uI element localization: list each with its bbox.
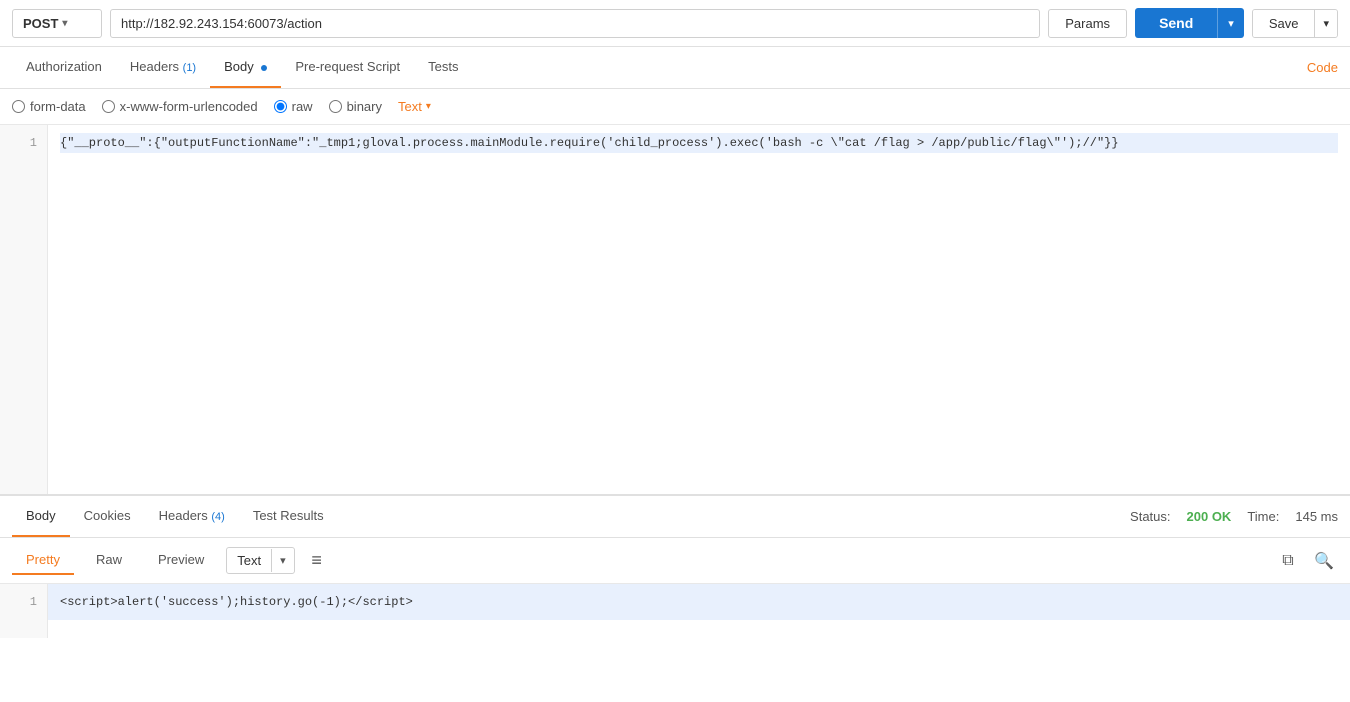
send-button-group: Send ▾	[1135, 8, 1244, 38]
save-dropdown-button[interactable]: ▾	[1314, 10, 1337, 37]
resp-line-1: 1	[0, 592, 37, 612]
send-button[interactable]: Send	[1135, 8, 1217, 38]
form-data-radio[interactable]	[12, 100, 25, 113]
search-icon: 🔍	[1314, 551, 1334, 571]
method-chevron-icon: ▾	[62, 18, 67, 29]
send-dropdown-button[interactable]: ▾	[1217, 8, 1244, 38]
raw-radio[interactable]	[274, 100, 287, 113]
copy-button[interactable]: ⧉	[1274, 547, 1302, 575]
response-tab-body[interactable]: Body	[12, 496, 70, 537]
request-tabs: Authorization Headers (1) Body Pre-reque…	[0, 47, 1350, 89]
method-selector[interactable]: POST ▾	[12, 9, 102, 38]
request-body-line-1: {"__proto__":{"outputFunctionName":"_tmp…	[60, 133, 1338, 153]
save-button[interactable]: Save	[1253, 10, 1315, 37]
status-info: Status: 200 OK Time: 145 ms	[1130, 509, 1338, 524]
response-tab-test-results[interactable]: Test Results	[239, 496, 338, 537]
response-body-content: <script>alert('success');history.go(-1);…	[48, 584, 1350, 638]
response-tabs-bar: Body Cookies Headers (4) Test Results St…	[0, 496, 1350, 538]
time-label: Time:	[1247, 509, 1279, 524]
binary-radio[interactable]	[329, 100, 342, 113]
status-label: Status:	[1130, 509, 1170, 524]
body-active-dot	[261, 65, 267, 71]
urlencoded-radio[interactable]	[102, 100, 115, 113]
headers-badge: (1)	[183, 62, 196, 74]
response-text-label: Text	[227, 548, 271, 573]
response-text-dropdown[interactable]: Text ▾	[226, 547, 294, 574]
response-text-chevron-icon[interactable]: ▾	[271, 549, 294, 572]
code-link[interactable]: Code	[1307, 48, 1338, 87]
response-tab-headers[interactable]: Headers (4)	[145, 496, 239, 537]
text-dropdown-chevron-icon: ▾	[426, 101, 431, 112]
wrap-icon-button[interactable]: ≡	[303, 547, 331, 575]
response-body-line-1: <script>alert('success');history.go(-1);…	[48, 584, 1350, 620]
urlencoded-option[interactable]: x-www-form-urlencoded	[102, 99, 258, 114]
binary-option[interactable]: binary	[329, 99, 382, 114]
response-section: Body Cookies Headers (4) Test Results St…	[0, 495, 1350, 638]
raw-option[interactable]: raw	[274, 99, 313, 114]
request-line-numbers: 1	[0, 125, 48, 494]
response-headers-badge: (4)	[211, 511, 224, 523]
request-editor-area: 1 {"__proto__":{"outputFunctionName":"_t…	[0, 125, 1350, 495]
method-text: POST	[23, 16, 58, 31]
line-number-1: 1	[0, 133, 37, 153]
top-bar: POST ▾ Params Send ▾ Save ▾	[0, 0, 1350, 47]
format-preview-button[interactable]: Preview	[144, 546, 218, 575]
time-value: 145 ms	[1295, 509, 1338, 524]
text-format-dropdown[interactable]: Text ▾	[398, 99, 431, 114]
save-button-group: Save ▾	[1252, 9, 1338, 38]
tab-pre-request[interactable]: Pre-request Script	[281, 47, 414, 88]
status-value: 200 OK	[1187, 509, 1232, 524]
response-line-numbers: 1	[0, 584, 48, 638]
request-body-editor[interactable]: {"__proto__":{"outputFunctionName":"_tmp…	[48, 125, 1350, 494]
params-button[interactable]: Params	[1048, 9, 1127, 38]
search-button[interactable]: 🔍	[1310, 547, 1338, 575]
body-type-row: form-data x-www-form-urlencoded raw bina…	[0, 89, 1350, 125]
tab-body[interactable]: Body	[210, 47, 281, 88]
format-raw-button[interactable]: Raw	[82, 546, 136, 575]
tab-authorization[interactable]: Authorization	[12, 47, 116, 88]
tab-tests[interactable]: Tests	[414, 47, 472, 88]
response-tab-cookies[interactable]: Cookies	[70, 496, 145, 537]
tab-headers[interactable]: Headers (1)	[116, 47, 210, 88]
copy-icon: ⧉	[1282, 552, 1293, 570]
response-toolbar: Pretty Raw Preview Text ▾ ≡ ⧉ 🔍	[0, 538, 1350, 584]
response-editor: 1 <script>alert('success');history.go(-1…	[0, 584, 1350, 638]
form-data-option[interactable]: form-data	[12, 99, 86, 114]
format-pretty-button[interactable]: Pretty	[12, 546, 74, 575]
wrap-icon: ≡	[311, 550, 322, 571]
url-input[interactable]	[110, 9, 1040, 38]
